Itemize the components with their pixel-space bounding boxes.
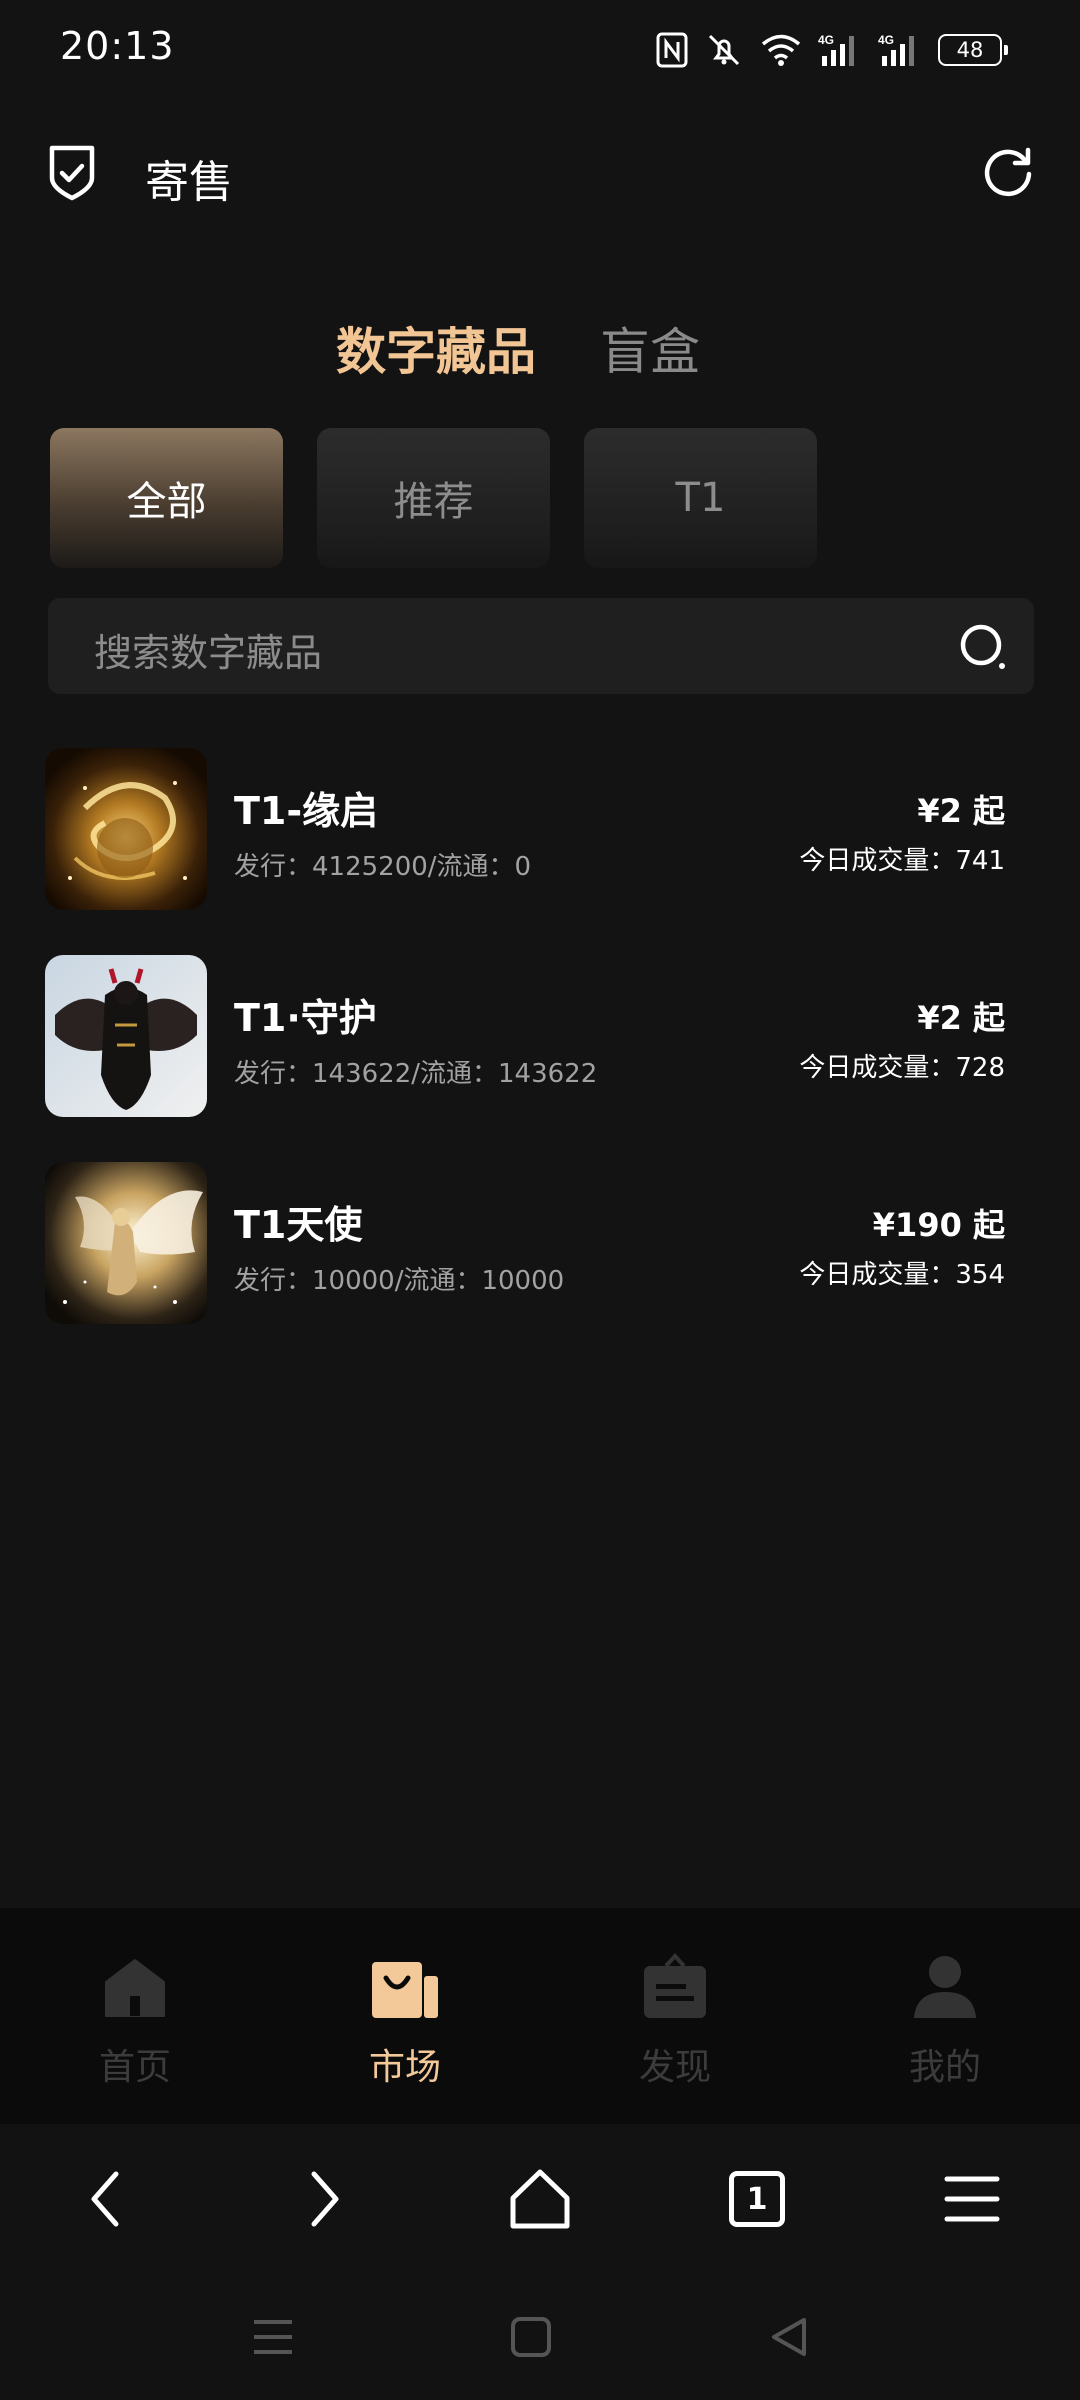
search-input[interactable]: 搜索数字藏品: [48, 598, 1034, 694]
list-item[interactable]: T1·守护 发行：143622/流通：143622 ¥2 起 今日成交量：728: [0, 953, 1080, 1160]
list-item[interactable]: T1-缘启 发行：4125200/流通：0 ¥2 起 今日成交量：741: [0, 746, 1080, 953]
item-name: T1·守护: [234, 996, 377, 1040]
system-navigation: [0, 2272, 1080, 2400]
tabs-icon[interactable]: 1: [722, 2164, 792, 2234]
bottom-nav: 首页 市场 发现 我的: [0, 1908, 1080, 2124]
dragon-thumbnail: [45, 748, 207, 910]
item-meta: 发行：4125200/流通：0: [234, 852, 532, 882]
search-placeholder: 搜索数字藏品: [94, 631, 323, 675]
angel-thumbnail: [45, 1162, 207, 1324]
tab-digital-collectibles[interactable]: 数字藏品: [336, 312, 536, 384]
item-price: ¥190 起: [872, 1206, 1005, 1244]
status-icons: 4G 4G 48: [656, 30, 1008, 70]
recent-apps-icon[interactable]: [248, 2312, 298, 2362]
item-name: T1-缘启: [234, 789, 379, 833]
item-meta: 发行：143622/流通：143622: [234, 1059, 598, 1089]
svg-text:4G: 4G: [818, 33, 834, 47]
back-button-icon[interactable]: [764, 2312, 814, 2362]
menu-icon[interactable]: [937, 2164, 1007, 2234]
nav-discover[interactable]: 发现: [540, 1908, 810, 2124]
filter-t1-button[interactable]: T1: [584, 428, 817, 568]
item-volume: 今日成交量：728: [799, 1053, 1005, 1083]
battery-icon: 48: [938, 34, 1008, 66]
filter-recommended-button[interactable]: 推荐: [317, 428, 550, 568]
nav-profile[interactable]: 我的: [810, 1908, 1080, 2124]
svg-text:4G: 4G: [878, 33, 894, 47]
tab-blind-box[interactable]: 盲盒: [600, 312, 700, 384]
main-tabs: 数字藏品 盲盒: [0, 312, 1080, 382]
browser-toolbar: 1: [0, 2124, 1080, 2272]
search-icon[interactable]: [958, 622, 1008, 672]
user-icon: [914, 1956, 976, 2018]
demon-thumbnail: [45, 955, 207, 1117]
app-header: 寄售: [0, 100, 1080, 248]
home-icon: [105, 1959, 165, 2017]
item-name: T1天使: [234, 1203, 363, 1247]
nfc-icon: [656, 32, 688, 68]
item-volume: 今日成交量：741: [799, 846, 1005, 876]
home-button-icon[interactable]: [506, 2312, 556, 2362]
forward-icon[interactable]: [288, 2164, 358, 2234]
home-page-icon[interactable]: [505, 2164, 575, 2234]
refresh-icon[interactable]: [980, 144, 1036, 200]
collectible-list: T1-缘启 发行：4125200/流通：0 ¥2 起 今日成交量：741 T1·…: [0, 746, 1080, 1367]
list-item[interactable]: T1天使 发行：10000/流通：10000 ¥190 起 今日成交量：354: [0, 1160, 1080, 1367]
item-price: ¥2 起: [917, 792, 1005, 830]
nav-discover-label: 发现: [638, 2047, 711, 2088]
filter-all-button[interactable]: 全部: [50, 428, 283, 568]
battery-level: 48: [956, 38, 984, 62]
nav-market-label: 市场: [368, 2047, 441, 2088]
nav-market[interactable]: 市场: [270, 1908, 540, 2124]
page-title: 寄售: [145, 157, 233, 208]
shield-check-icon[interactable]: [46, 144, 98, 202]
discover-icon: [644, 1953, 706, 2018]
nav-home[interactable]: 首页: [0, 1908, 270, 2124]
wifi-icon: [761, 34, 801, 66]
nav-home-label: 首页: [98, 2047, 171, 2088]
item-price: ¥2 起: [917, 999, 1005, 1037]
status-time: 20:13: [60, 24, 175, 68]
back-icon[interactable]: [72, 2164, 142, 2234]
shopping-bag-icon: [372, 1962, 438, 2018]
nav-profile-label: 我的: [908, 2047, 981, 2088]
tab-count: 1: [729, 2171, 785, 2227]
signal-4g-icon-2: 4G: [878, 33, 914, 66]
item-meta: 发行：10000/流通：10000: [234, 1266, 565, 1296]
item-volume: 今日成交量：354: [799, 1260, 1005, 1290]
filter-row: 全部 推荐 T1: [0, 428, 1080, 568]
signal-4g-icon: 4G: [818, 33, 854, 66]
mute-icon: [708, 34, 740, 66]
status-bar: 20:13 4G 4G 48: [0, 0, 1080, 100]
